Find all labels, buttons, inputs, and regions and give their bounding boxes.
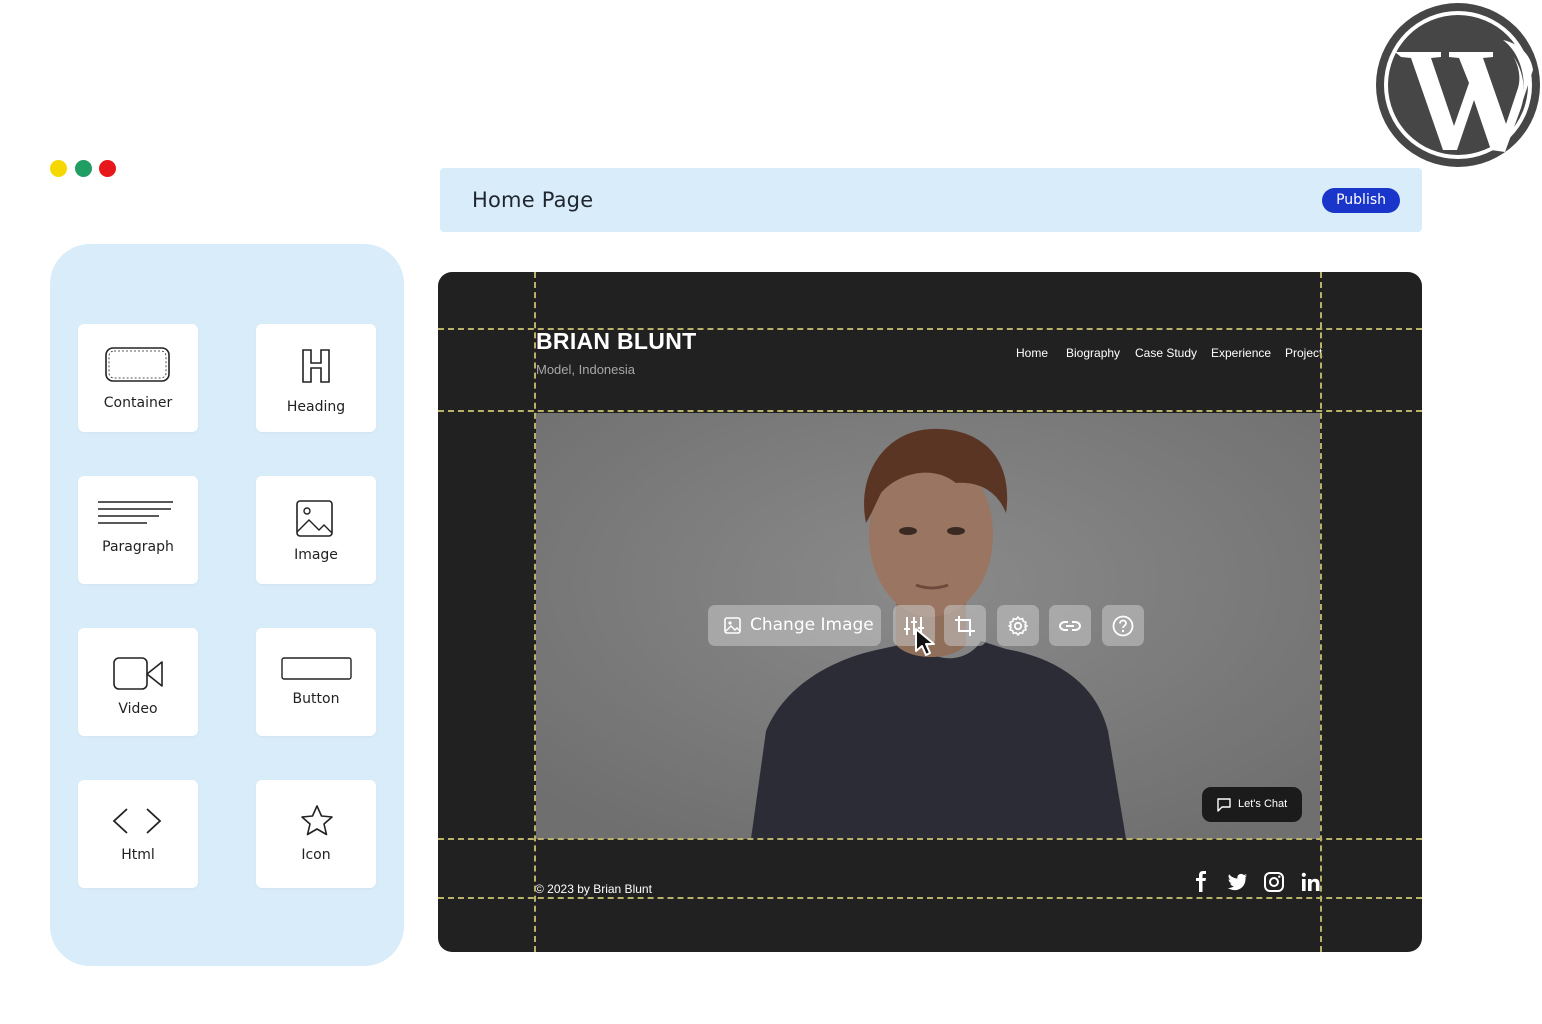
layout-guide [534, 272, 536, 952]
chat-icon [1217, 798, 1231, 812]
widget-video[interactable]: Video [78, 628, 198, 736]
star-icon [301, 805, 333, 836]
widget-container[interactable]: Container [78, 324, 198, 432]
instagram-icon[interactable] [1262, 870, 1286, 894]
change-image-label: Change Image [750, 615, 874, 635]
settings-icon [1008, 616, 1028, 636]
window-dot-green[interactable] [75, 160, 92, 177]
layout-guide [438, 838, 1422, 840]
widget-label: Image [294, 547, 338, 563]
code-icon [112, 808, 162, 834]
nav-item-experience[interactable]: Experience [1211, 346, 1271, 360]
heading-icon [302, 349, 330, 383]
crop-icon [955, 616, 975, 636]
container-icon [105, 347, 170, 382]
page-header-bar: Home Page Publish [440, 168, 1422, 232]
facebook-icon[interactable] [1189, 870, 1213, 894]
footer-copyright[interactable]: © 2023 by Brian Blunt [535, 882, 652, 896]
site-title[interactable]: BRIAN BLUNT [536, 328, 696, 355]
nav-item-home[interactable]: Home [1016, 346, 1048, 360]
image-icon [724, 617, 741, 634]
widget-icon[interactable]: Icon [256, 780, 376, 888]
settings-button[interactable] [997, 605, 1039, 646]
hero-image[interactable]: Change Image Let's Chat [536, 413, 1320, 839]
widget-label: Button [292, 691, 340, 707]
page-title: Home Page [472, 188, 594, 212]
nav-item-biography[interactable]: Biography [1066, 346, 1120, 360]
image-icon [296, 500, 333, 537]
editor-canvas[interactable]: BRIAN BLUNT Model, Indonesia Home Biogra… [438, 272, 1422, 952]
button-icon [281, 657, 352, 680]
widget-heading[interactable]: Heading [256, 324, 376, 432]
nav-item-project[interactable]: Project [1285, 346, 1322, 360]
widget-label: Paragraph [102, 539, 174, 555]
change-image-button[interactable]: Change Image [708, 605, 881, 646]
paragraph-icon [98, 501, 173, 524]
widget-paragraph[interactable]: Paragraph [78, 476, 198, 584]
crop-button[interactable] [944, 605, 986, 646]
window-dot-yellow[interactable] [50, 160, 67, 177]
publish-button[interactable]: Publish [1322, 188, 1400, 213]
widget-sidebar: Container Heading Paragraph Image Video … [50, 244, 404, 966]
lets-chat-button[interactable]: Let's Chat [1202, 787, 1302, 822]
widget-image[interactable]: Image [256, 476, 376, 584]
help-icon [1112, 615, 1134, 637]
layout-guide [438, 897, 1422, 899]
widget-button[interactable]: Button [256, 628, 376, 736]
wordpress-logo-icon [1376, 3, 1540, 167]
link-icon [1059, 621, 1081, 631]
link-button[interactable] [1049, 605, 1091, 646]
widget-label: Html [121, 847, 155, 863]
widget-label: Container [103, 395, 173, 411]
layout-guide [438, 328, 1422, 330]
twitter-icon[interactable] [1225, 870, 1249, 894]
chat-label: Let's Chat [1238, 798, 1288, 810]
video-icon [113, 657, 163, 690]
widget-label: Heading [286, 399, 346, 415]
nav-item-case-study[interactable]: Case Study [1135, 346, 1197, 360]
mouse-cursor-icon [915, 628, 935, 656]
layout-guide [438, 410, 1422, 412]
widget-label: Video [118, 701, 158, 717]
widget-html[interactable]: Html [78, 780, 198, 888]
help-button[interactable] [1102, 605, 1144, 646]
window-dot-red[interactable] [99, 160, 116, 177]
layout-guide [1320, 272, 1322, 952]
site-subtitle[interactable]: Model, Indonesia [536, 362, 635, 377]
widget-label: Icon [301, 847, 331, 863]
